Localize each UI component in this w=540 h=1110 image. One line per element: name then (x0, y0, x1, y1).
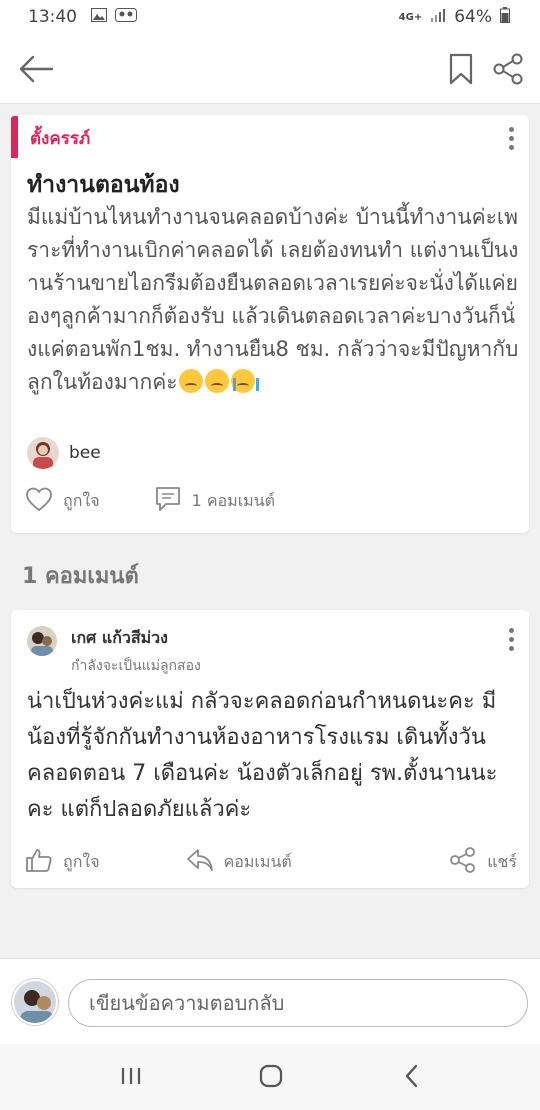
like-label: ถูกใจ (63, 490, 100, 510)
app-bar (0, 34, 540, 104)
post-author[interactable]: bee (27, 437, 101, 469)
comments-heading: 1 คอมเมนต์ (22, 564, 139, 589)
comment-count-button[interactable]: 1 คอมเมนต์ (154, 485, 275, 517)
back-icon[interactable] (402, 1064, 422, 1092)
battery-icon (500, 6, 510, 28)
tag-accent-bar (11, 116, 18, 158)
reply-placeholder: เขียนข้อความตอบกลับ (89, 991, 285, 1015)
like-label: ถูกใจ (63, 851, 100, 871)
comment-author[interactable]: เกศ แก้วสีม่วง กำลังจะเป็นแม่ลูกสอง (27, 626, 201, 677)
share-label: แชร์ (487, 851, 517, 871)
battery-percent: 64% (454, 7, 492, 27)
comment-body: น่าเป็นห่วงค่ะแม่ กลัวจะคลอดก่อนกำหนดนะค… (27, 689, 498, 822)
avatar (27, 626, 57, 656)
home-icon[interactable] (259, 1064, 283, 1092)
share-icon (449, 846, 477, 878)
commenter-name: เกศ แก้วสีม่วง (71, 628, 168, 647)
post-body-text: มีแม่บ้านไหนทำงานจนคลอดบ้างค่ะ บ้านนี้ทำ… (27, 205, 519, 394)
bookmark-icon[interactable] (448, 52, 474, 86)
post-tag[interactable]: ตั้งครรภ์ (30, 125, 90, 152)
reply-button[interactable]: คอมเมนต์ (186, 847, 292, 877)
reply-arrow-icon (186, 847, 214, 877)
signal-icon (430, 7, 446, 27)
tired-face-emoji-icon (204, 369, 229, 393)
more-options-icon[interactable] (501, 125, 521, 151)
commenter-subtitle: กำลังจะเป็นแม่ลูกสอง (71, 658, 201, 674)
tired-face-emoji-icon (178, 369, 203, 393)
reply-label: คอมเมนต์ (223, 851, 292, 871)
like-button[interactable]: ถูกใจ (25, 847, 100, 877)
share-icon[interactable] (492, 52, 524, 86)
post-card: ตั้งครรภ์ ทำงานตอนท้อง มีแม่บ้านไหนทำงาน… (11, 115, 529, 533)
post-body: มีแม่บ้านไหนทำงานจนคลอดบ้างค่ะ บ้านนี้ทำ… (27, 201, 519, 399)
comment-actions: ถูกใจ คอมเมนต์ แชร์ (25, 846, 517, 878)
more-options-icon[interactable] (501, 626, 521, 652)
back-arrow-icon[interactable] (18, 52, 54, 86)
reply-input[interactable]: เขียนข้อความตอบกลับ (68, 979, 528, 1027)
thumbs-up-icon (25, 847, 53, 877)
post-title: ทำงานตอนท้อง (27, 172, 180, 198)
share-button[interactable]: แชร์ (449, 846, 517, 878)
system-nav-bar (0, 1044, 540, 1110)
crying-face-emoji-icon (230, 369, 259, 393)
app-notification-icon (115, 7, 137, 27)
avatar (27, 437, 59, 469)
status-bar: 13:40 4G+ 64% (0, 0, 540, 34)
recent-apps-icon[interactable] (119, 1064, 143, 1092)
author-name: bee (69, 443, 101, 463)
heart-icon (25, 486, 53, 516)
like-button[interactable]: ถูกใจ (25, 486, 100, 516)
reply-bar: เขียนข้อความตอบกลับ (0, 958, 540, 1044)
comment-card: เกศ แก้วสีม่วง กำลังจะเป็นแม่ลูกสอง น่าเ… (11, 610, 529, 888)
gallery-icon (91, 7, 107, 27)
network-type: 4G+ (398, 11, 423, 23)
avatar (12, 979, 58, 1025)
comment-icon (154, 485, 182, 517)
comment-count-label: 1 คอมเมนต์ (191, 490, 276, 510)
status-time: 13:40 (28, 7, 77, 27)
post-actions: ถูกใจ 1 คอมเมนต์ (25, 485, 275, 517)
